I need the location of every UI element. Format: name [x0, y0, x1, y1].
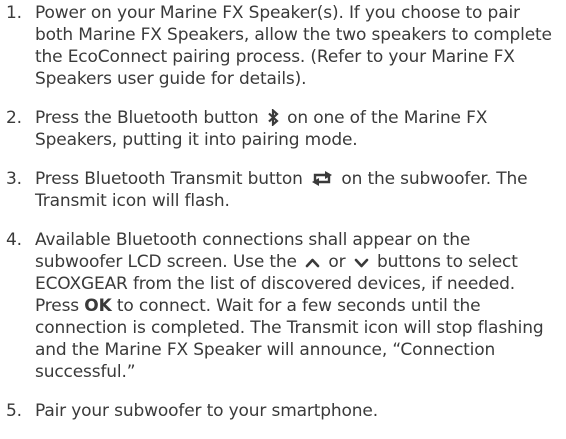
step-text: Press the Bluetooth button: [35, 108, 259, 128]
step-text: Press Bluetooth Transmit button: [35, 169, 303, 189]
step-number: 3.: [6, 169, 22, 189]
step-text: to connect. Wait for a few seconds until…: [35, 296, 544, 382]
ok-label: OK: [84, 296, 112, 316]
list-item: 4. Available Bluetooth connections shall…: [6, 229, 562, 383]
list-item: 5. Pair your subwoofer to your smartphon…: [6, 400, 562, 422]
step-number: 1.: [6, 3, 22, 23]
instruction-list: 1. Power on your Marine FX Speaker(s). I…: [6, 2, 562, 439]
step-text: Pair your subwoofer to your smartphone.: [35, 401, 378, 421]
step-number: 4.: [6, 230, 22, 250]
step-text: Power on your Marine FX Speaker(s). If y…: [35, 3, 552, 89]
bluetooth-icon: [267, 109, 279, 126]
list-item: 2. Press the Bluetooth button on one of …: [6, 107, 562, 151]
step-number: 2.: [6, 108, 22, 128]
step-text: or: [328, 252, 346, 272]
chevron-down-icon: [354, 255, 369, 270]
step-number: 5.: [6, 401, 22, 421]
list-item: 1. Power on your Marine FX Speaker(s). I…: [6, 2, 562, 90]
chevron-up-icon: [305, 255, 320, 270]
transmit-arrows-icon: [311, 170, 333, 187]
list-item: 3. Press Bluetooth Transmit button on th…: [6, 168, 562, 212]
